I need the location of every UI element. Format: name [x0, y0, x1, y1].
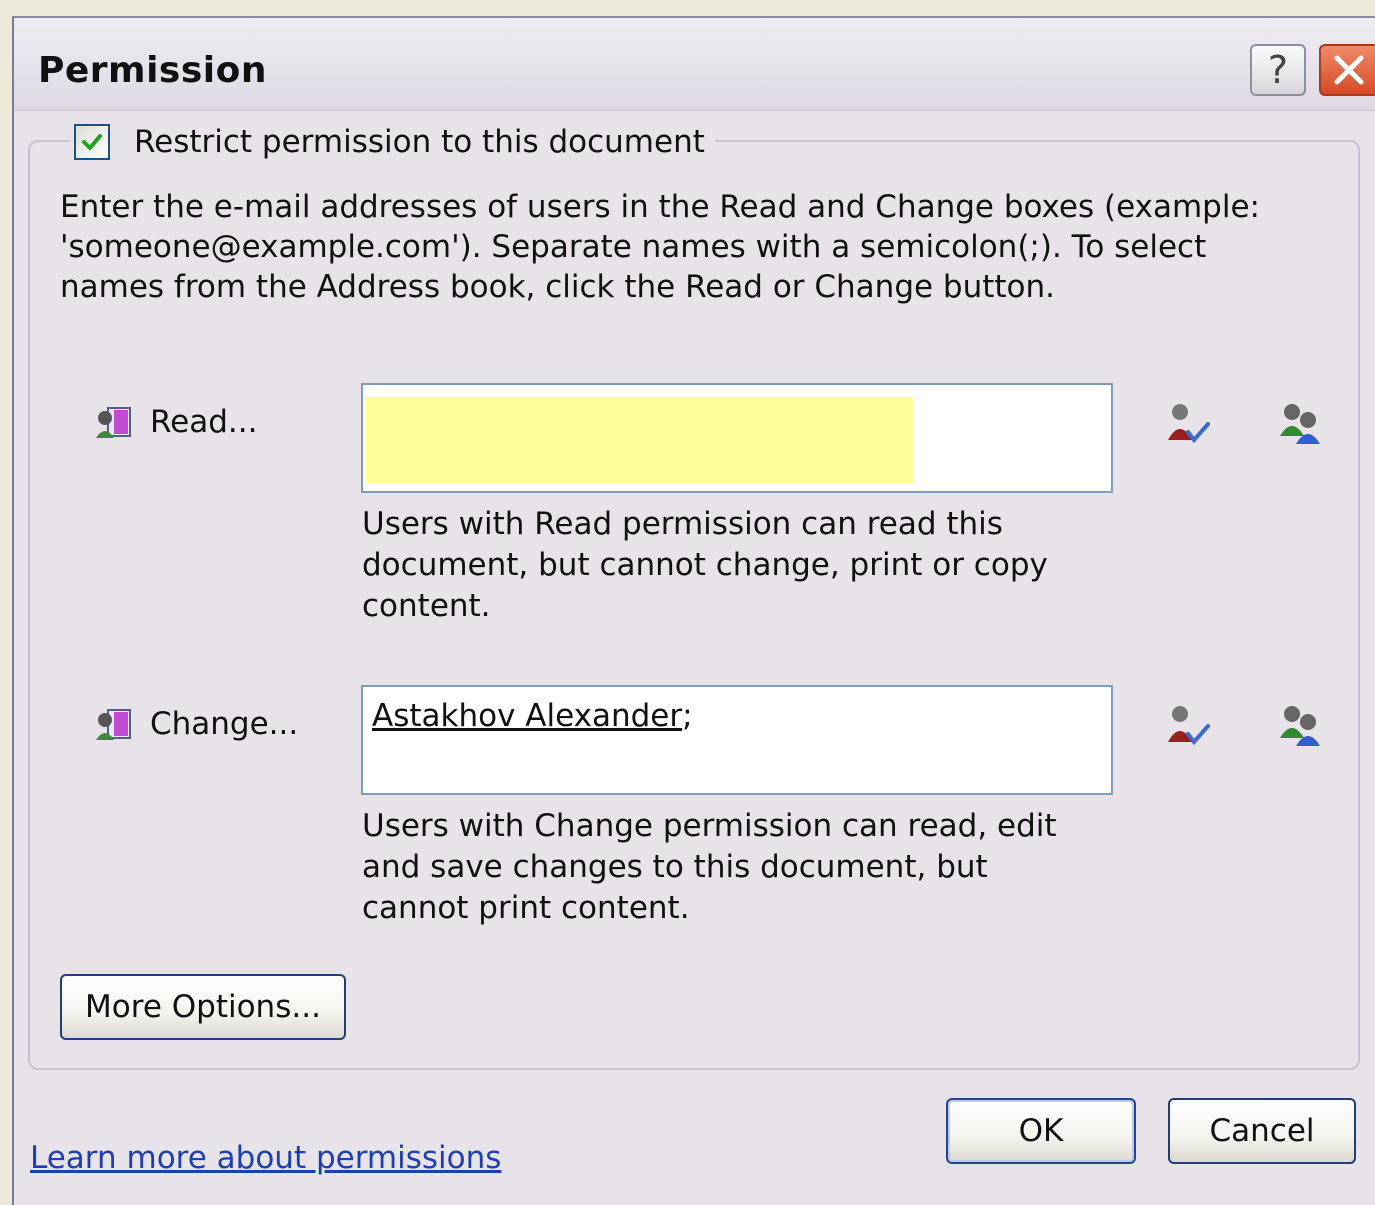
more-options-button[interactable]: More Options...	[60, 974, 346, 1040]
change-user-name: Astakhov Alexander	[372, 698, 683, 734]
cancel-button[interactable]: Cancel	[1168, 1098, 1356, 1164]
address-book-icon	[96, 709, 131, 740]
restrict-permission-checkbox[interactable]	[74, 124, 110, 160]
ok-button[interactable]: OK	[946, 1098, 1136, 1164]
change-input[interactable]: Astakhov Alexander;	[361, 685, 1113, 795]
select-users-icon[interactable]	[1276, 702, 1324, 750]
instructions-text: Enter the e-mail addresses of users in t…	[60, 189, 1260, 305]
title-bar: Permission ?	[14, 18, 1375, 111]
check-names-icon[interactable]	[1164, 400, 1212, 448]
learn-more-link[interactable]: Learn more about permissions	[30, 1140, 501, 1176]
restrict-permission-label[interactable]: Restrict permission to this document	[134, 124, 705, 160]
address-book-icon	[96, 407, 131, 438]
change-separator: ;	[682, 698, 693, 734]
change-input-value: Astakhov Alexander;	[372, 698, 693, 734]
select-users-icon[interactable]	[1276, 400, 1324, 448]
restrict-permission-legend: Restrict permission to this document	[70, 120, 715, 164]
change-button[interactable]: Change...	[150, 706, 298, 742]
dialog-title: Permission	[38, 50, 267, 91]
read-input[interactable]	[361, 383, 1113, 493]
help-button[interactable]: ?	[1250, 44, 1306, 96]
close-icon	[1334, 55, 1364, 85]
checkmark-icon	[82, 134, 102, 150]
read-button[interactable]: Read...	[150, 404, 257, 440]
read-help-text: Users with Read permission can read this…	[362, 506, 1048, 624]
change-help-text: Users with Change permission can read, e…	[362, 808, 1057, 926]
close-button[interactable]	[1319, 44, 1375, 96]
read-input-highlight	[366, 397, 914, 483]
check-names-icon[interactable]	[1164, 702, 1212, 750]
